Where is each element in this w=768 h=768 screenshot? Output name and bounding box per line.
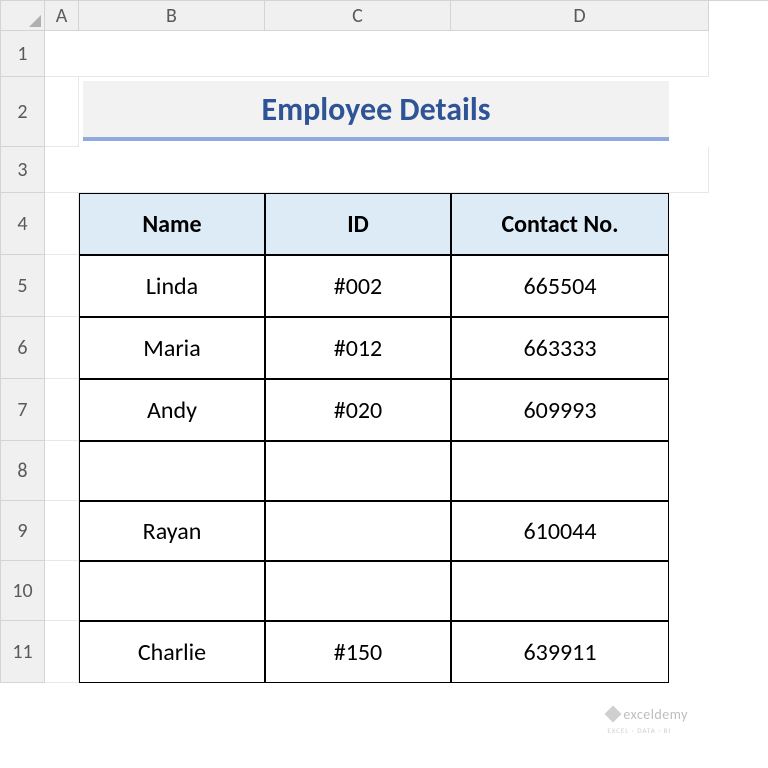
table-row[interactable] <box>79 441 265 501</box>
cell-A7[interactable] <box>45 379 79 441</box>
table-row[interactable]: Andy <box>79 379 265 441</box>
cell-row1[interactable] <box>45 31 709 77</box>
cell-A10[interactable] <box>45 561 79 621</box>
table-row[interactable]: 609993 <box>451 379 669 441</box>
table-row[interactable] <box>451 561 669 621</box>
table-row[interactable]: 665504 <box>451 255 669 317</box>
cell-A4[interactable] <box>45 193 79 255</box>
cell-A11[interactable] <box>45 621 79 683</box>
table-row[interactable]: Linda <box>79 255 265 317</box>
table-row[interactable]: Rayan <box>79 501 265 561</box>
table-header-contact[interactable]: Contact No. <box>451 193 669 255</box>
table-row[interactable] <box>265 441 451 501</box>
table-row[interactable]: 663333 <box>451 317 669 379</box>
col-header-A[interactable]: A <box>45 1 79 31</box>
col-header-D[interactable]: D <box>451 1 709 31</box>
table-row[interactable]: #012 <box>265 317 451 379</box>
row-header-10[interactable]: 10 <box>1 561 45 621</box>
watermark-brand: exceldemy <box>623 706 688 723</box>
row-header-8[interactable]: 8 <box>1 441 45 501</box>
table-row[interactable]: Maria <box>79 317 265 379</box>
table-row[interactable]: #020 <box>265 379 451 441</box>
row-header-5[interactable]: 5 <box>1 255 45 317</box>
table-header-id[interactable]: ID <box>265 193 451 255</box>
table-row[interactable]: 639911 <box>451 621 669 683</box>
select-all-corner[interactable] <box>1 1 45 31</box>
table-row[interactable] <box>79 561 265 621</box>
cell-A8[interactable] <box>45 441 79 501</box>
row-header-11[interactable]: 11 <box>1 621 45 683</box>
table-header-name[interactable]: Name <box>79 193 265 255</box>
cell-A6[interactable] <box>45 317 79 379</box>
table-row[interactable] <box>265 561 451 621</box>
table-row[interactable]: #150 <box>265 621 451 683</box>
cell-A5[interactable] <box>45 255 79 317</box>
row-header-6[interactable]: 6 <box>1 317 45 379</box>
cell-A2[interactable] <box>45 77 79 147</box>
watermark-tag: EXCEL · DATA · BI <box>607 726 671 735</box>
table-row[interactable]: #002 <box>265 255 451 317</box>
table-row[interactable] <box>451 441 669 501</box>
row-header-3[interactable]: 3 <box>1 147 45 193</box>
row-header-7[interactable]: 7 <box>1 379 45 441</box>
cell-row3[interactable] <box>45 147 709 193</box>
watermark: exceldemy EXCEL · DATA · BI <box>607 708 688 736</box>
row-header-2[interactable]: 2 <box>1 77 45 147</box>
spreadsheet-grid: A B C D 1 2 Employee Details 3 4 Name ID… <box>0 0 768 683</box>
table-row[interactable] <box>265 501 451 561</box>
col-header-C[interactable]: C <box>265 1 451 31</box>
row-header-9[interactable]: 9 <box>1 501 45 561</box>
table-row[interactable]: 610044 <box>451 501 669 561</box>
cell-A9[interactable] <box>45 501 79 561</box>
table-row[interactable]: Charlie <box>79 621 265 683</box>
page-title: Employee Details <box>83 81 669 141</box>
row-header-1[interactable]: 1 <box>1 31 45 77</box>
row-header-4[interactable]: 4 <box>1 193 45 255</box>
col-header-B[interactable]: B <box>79 1 265 31</box>
logo-icon <box>605 706 622 723</box>
